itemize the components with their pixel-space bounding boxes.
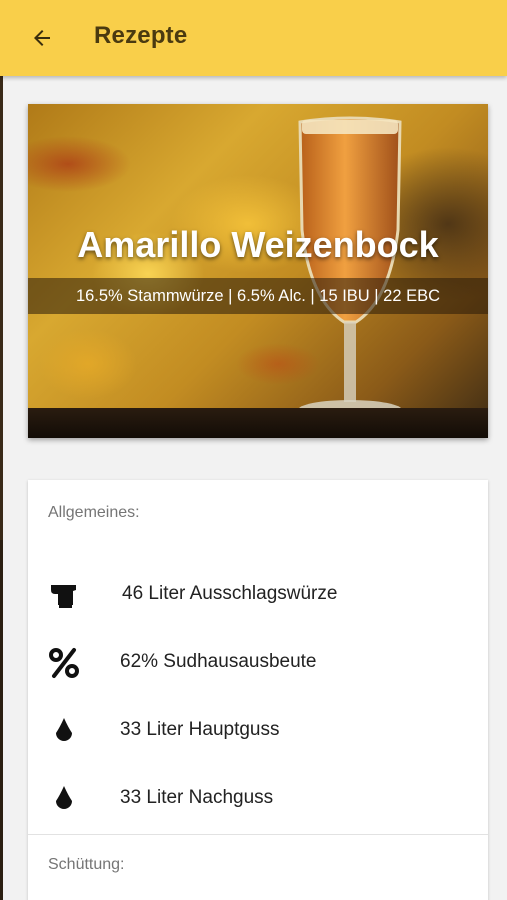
page-title: Rezepte — [94, 22, 188, 49]
back-button[interactable] — [22, 18, 62, 58]
recipe-hero-image: Amarillo Weizenbock 16.5% Stammwürze | 6… — [28, 104, 488, 438]
water-drop-icon — [56, 718, 72, 741]
mash-water-text: 33 Liter Hauptguss — [120, 719, 280, 740]
background-edge — [0, 0, 3, 900]
section-label-grain: Schüttung: — [48, 856, 125, 873]
efficiency-text: 62% Sudhausausbeute — [120, 651, 317, 672]
section-divider — [28, 834, 488, 835]
list-item: 46 Liter Ausschlagswürze — [28, 565, 488, 625]
arrow-back-icon — [34, 30, 50, 46]
section-label-general: Allgemeines: — [48, 504, 140, 521]
recipe-name: Amarillo Weizenbock — [77, 224, 439, 265]
recipe-stats: 16.5% Stammwürze | 6.5% Alc. | 15 IBU | … — [28, 278, 488, 314]
kettle-icon — [51, 585, 76, 608]
list-item: 33 Liter Nachguss — [28, 769, 488, 829]
app-bar: Rezepte — [0, 0, 507, 76]
percent-icon — [49, 648, 79, 678]
beer-glass-image — [298, 116, 402, 420]
recipe-detail-screen: Rezepte Amarillo Weizenbock 16.5% Stammw… — [0, 0, 507, 900]
sparge-water-text: 33 Liter Nachguss — [120, 787, 274, 808]
recipe-details-card: Allgemeines: 46 Liter Ausschlagswürze 62… — [28, 480, 488, 900]
water-drop-icon — [56, 786, 72, 809]
list-item: 62% Sudhausausbeute — [28, 633, 488, 693]
batch-volume-text: 46 Liter Ausschlagswürze — [122, 583, 338, 604]
table-surface — [28, 408, 488, 438]
list-item: 33 Liter Hauptguss — [28, 701, 488, 761]
